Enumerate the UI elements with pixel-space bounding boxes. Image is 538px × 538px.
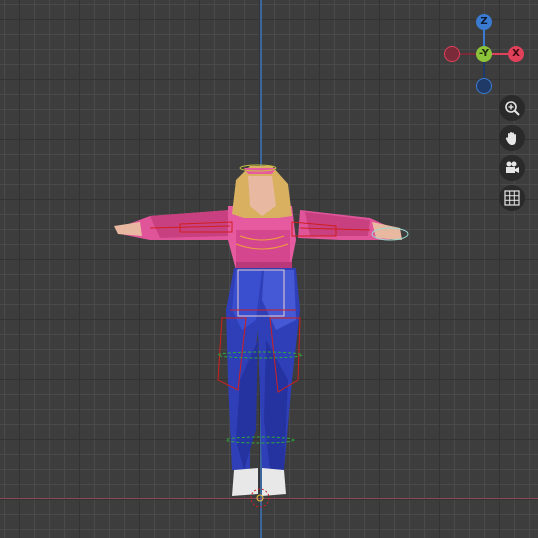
right-hand [372, 222, 402, 240]
hand-icon [505, 132, 516, 145]
navigation-gizmo[interactable]: Z -Y X [440, 10, 530, 100]
gizmo-z-axis[interactable]: Z [476, 14, 492, 30]
grid-icon [504, 190, 520, 206]
gizmo-y-axis[interactable]: -Y [476, 46, 492, 62]
zoom-in-icon [505, 101, 520, 116]
left-hand [114, 222, 142, 236]
gizmo-neg-x-axis[interactable] [444, 46, 460, 62]
right-shoe [262, 468, 286, 496]
gizmo-neg-z-axis[interactable] [476, 78, 492, 94]
grid-toggle-button[interactable] [499, 185, 525, 211]
3d-viewport[interactable]: Z -Y X [0, 0, 538, 538]
pan-button[interactable] [499, 125, 525, 151]
pants-mesh [226, 268, 300, 470]
zoom-button[interactable] [499, 95, 525, 121]
left-shoe [232, 468, 258, 496]
camera-icon [506, 161, 519, 173]
camera-view-button[interactable] [499, 155, 525, 181]
gizmo-x-axis[interactable]: X [508, 46, 524, 62]
